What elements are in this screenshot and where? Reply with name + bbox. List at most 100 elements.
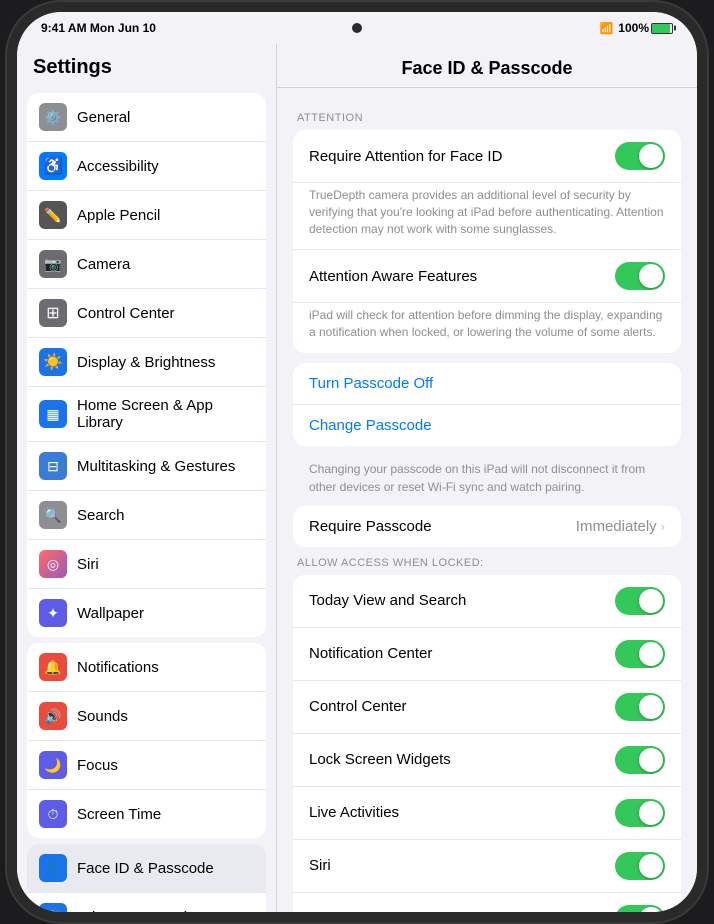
require-passcode-right: Immediately › [576, 518, 665, 535]
sidebar-item-sounds[interactable]: 🔊 Sounds [27, 692, 266, 741]
sidebar-item-controlcenter[interactable]: ⊞ Control Center [27, 289, 266, 338]
sidebar-item-search[interactable]: 🔍 Search [27, 491, 266, 540]
sidebar-item-general[interactable]: ⚙️ General [27, 93, 266, 142]
battery-fill [652, 24, 670, 33]
access-label-1: Notification Center [309, 645, 432, 662]
passcode-change-desc: Changing your passcode on this iPad will… [293, 456, 681, 506]
camera-label: Camera [77, 256, 130, 273]
status-bar: 9:41 AM Mon Jun 10 📶 100% [17, 12, 697, 44]
sidebar-item-privacy[interactable]: 🔒 Privacy & Security [27, 893, 266, 912]
sidebar-item-focus[interactable]: 🌙 Focus [27, 741, 266, 790]
privacy-label: Privacy & Security [77, 909, 199, 913]
wallpaper-label: Wallpaper [77, 605, 144, 622]
sidebar-title: Settings [17, 44, 276, 87]
content-title: Face ID & Passcode [277, 44, 697, 88]
access-row-4[interactable]: Live Activities [293, 787, 681, 840]
camera-dot [352, 23, 362, 33]
display-label: Display & Brightness [77, 354, 215, 371]
general-icon: ⚙️ [39, 103, 67, 131]
pencil-label: Apple Pencil [77, 207, 160, 224]
main-container: Settings ⚙️ General ♿ Accessibility ✏️ A… [17, 44, 697, 912]
notifications-icon: 🔔 [39, 653, 67, 681]
access-label-0: Today View and Search [309, 592, 466, 609]
sidebar-group-2: 🔔 Notifications 🔊 Sounds 🌙 Focus ⏱ Scree… [27, 643, 266, 838]
battery-bar [651, 23, 673, 34]
focus-label: Focus [77, 757, 118, 774]
sidebar-item-accessibility[interactable]: ♿ Accessibility [27, 142, 266, 191]
require-passcode-value: Immediately [576, 518, 657, 535]
sidebar-item-notifications[interactable]: 🔔 Notifications [27, 643, 266, 692]
accessibility-label: Accessibility [77, 158, 159, 175]
access-row-6[interactable]: Home Control [293, 893, 681, 912]
access-section-label: ALLOW ACCESS WHEN LOCKED: [297, 557, 677, 569]
sidebar: Settings ⚙️ General ♿ Accessibility ✏️ A… [17, 44, 277, 912]
battery-indicator: 100% [618, 21, 673, 35]
access-toggle-2[interactable] [615, 693, 665, 721]
screentime-label: Screen Time [77, 806, 161, 823]
require-passcode-label: Require Passcode [309, 518, 432, 535]
access-label-6: Home Control [309, 910, 402, 912]
access-toggle-5[interactable] [615, 852, 665, 880]
controlcenter-icon: ⊞ [39, 299, 67, 327]
access-row-5[interactable]: Siri [293, 840, 681, 893]
content-body: ATTENTION Require Attention for Face ID … [277, 88, 697, 912]
multitasking-icon: ⊟ [39, 452, 67, 480]
sidebar-item-display[interactable]: ☀️ Display & Brightness [27, 338, 266, 387]
access-row-1[interactable]: Notification Center [293, 628, 681, 681]
notifications-label: Notifications [77, 659, 159, 676]
homescreen-label: Home Screen & App Library [77, 397, 254, 431]
screentime-icon: ⏱ [39, 800, 67, 828]
attention-aware-row[interactable]: Attention Aware Features [293, 249, 681, 303]
access-label-5: Siri [309, 857, 331, 874]
attention-aware-label: Attention Aware Features [309, 268, 477, 285]
require-attention-toggle[interactable] [615, 142, 665, 170]
sidebar-item-wallpaper[interactable]: ✦ Wallpaper [27, 589, 266, 637]
access-toggle-0[interactable] [615, 587, 665, 615]
sidebar-item-siri[interactable]: ◎ Siri [27, 540, 266, 589]
sidebar-item-homescreen[interactable]: ▦ Home Screen & App Library [27, 387, 266, 442]
sidebar-group-1: ⚙️ General ♿ Accessibility ✏️ Apple Penc… [27, 93, 266, 637]
access-label-4: Live Activities [309, 804, 399, 821]
faceid-icon: 👤 [39, 854, 67, 882]
require-passcode-row[interactable]: Require Passcode Immediately › [293, 506, 681, 547]
status-right: 📶 100% [600, 21, 673, 35]
access-toggle-1[interactable] [615, 640, 665, 668]
sidebar-item-screentime[interactable]: ⏱ Screen Time [27, 790, 266, 838]
access-toggle-4[interactable] [615, 799, 665, 827]
content-panel: Face ID & Passcode ATTENTION Require Att… [277, 44, 697, 912]
attention-aware-toggle[interactable] [615, 262, 665, 290]
search-label: Search [77, 507, 125, 524]
access-toggle-6[interactable] [615, 905, 665, 912]
display-icon: ☀️ [39, 348, 67, 376]
wallpaper-icon: ✦ [39, 599, 67, 627]
attention-card: Require Attention for Face ID TrueDepth … [293, 130, 681, 353]
status-time: 9:41 AM Mon Jun 10 [41, 21, 156, 35]
require-attention-desc: TrueDepth camera provides an additional … [293, 183, 681, 249]
faceid-label: Face ID & Passcode [77, 860, 214, 877]
sidebar-item-multitasking[interactable]: ⊟ Multitasking & Gestures [27, 442, 266, 491]
pencil-icon: ✏️ [39, 201, 67, 229]
access-row-3[interactable]: Lock Screen Widgets [293, 734, 681, 787]
sidebar-item-faceid[interactable]: 👤 Face ID & Passcode [27, 844, 266, 893]
accessibility-icon: ♿ [39, 152, 67, 180]
siri-label: Siri [77, 556, 99, 573]
passcode-card: Turn Passcode Off Change Passcode [293, 363, 681, 446]
general-label: General [77, 109, 130, 126]
require-passcode-card: Require Passcode Immediately › [293, 506, 681, 547]
siri-icon: ◎ [39, 550, 67, 578]
sidebar-item-camera[interactable]: 📷 Camera [27, 240, 266, 289]
attention-aware-thumb [639, 264, 663, 288]
sounds-label: Sounds [77, 708, 128, 725]
sidebar-group-3: 👤 Face ID & Passcode 🔒 Privacy & Securit… [27, 844, 266, 912]
access-row-2[interactable]: Control Center [293, 681, 681, 734]
require-attention-thumb [639, 144, 663, 168]
sidebar-item-pencil[interactable]: ✏️ Apple Pencil [27, 191, 266, 240]
camera-icon: 📷 [39, 250, 67, 278]
change-passcode-btn[interactable]: Change Passcode [293, 405, 681, 446]
search-icon: 🔍 [39, 501, 67, 529]
require-attention-row[interactable]: Require Attention for Face ID [293, 130, 681, 183]
access-toggle-3[interactable] [615, 746, 665, 774]
access-label-2: Control Center [309, 698, 407, 715]
turn-passcode-off-btn[interactable]: Turn Passcode Off [293, 363, 681, 405]
access-row-0[interactable]: Today View and Search [293, 575, 681, 628]
